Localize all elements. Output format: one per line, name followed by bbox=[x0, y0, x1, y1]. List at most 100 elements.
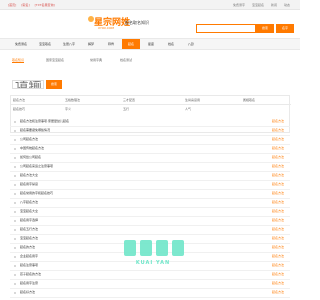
watermark-text: KUAI YAN bbox=[135, 260, 171, 266]
table-cell[interactable]: 生肖喜忌用 bbox=[185, 98, 200, 102]
nav-item-free-test[interactable]: 免费测名 bbox=[10, 39, 32, 49]
list-item-title[interactable]: 起名需要避免哪些情况 bbox=[20, 128, 50, 132]
list-item[interactable]: 起名方法和注意事项·家居婴幼儿起名 起名方法 bbox=[10, 118, 290, 127]
list-item-tag[interactable]: 起名方法 bbox=[272, 200, 284, 204]
list-item[interactable]: 公司起名来运之注意事项 起名方法 bbox=[10, 163, 290, 172]
top-link-home[interactable]: [首页] bbox=[8, 3, 16, 7]
list-item-title[interactable]: 八字起名方法 bbox=[20, 200, 38, 204]
table-cell[interactable]: 字义 bbox=[65, 107, 71, 111]
list-item-title[interactable]: 企业起名用字 bbox=[20, 254, 38, 258]
list-item-tag[interactable]: 起名方法 bbox=[272, 164, 284, 168]
bullet-icon bbox=[14, 274, 16, 276]
top-link-test[interactable]: 免费测字 bbox=[233, 3, 245, 7]
list-item-title[interactable]: 起名方法和注意事项·家居婴幼儿起名 bbox=[20, 119, 69, 123]
top-link-updates[interactable]: 动态 bbox=[284, 3, 290, 7]
list-item-tag[interactable]: 起名方法 bbox=[272, 182, 284, 186]
nav-item-baby-naming[interactable]: 宝宝取名 bbox=[34, 39, 56, 49]
subtab-dictionary[interactable]: 常用字典 bbox=[90, 58, 102, 62]
top-right-links: 免费测字 宝宝起名 新闻 动态 bbox=[227, 3, 290, 7]
list-item-tag[interactable]: 起名方法 bbox=[272, 209, 284, 213]
top-left-links: [首页] [取名] [TXT名典查询] bbox=[8, 3, 59, 7]
nav-item-bazi[interactable]: 生辰八字 bbox=[58, 39, 80, 49]
list-item-tag[interactable]: 起名方法 bbox=[272, 155, 284, 159]
name-filter-input[interactable] bbox=[12, 80, 44, 89]
nav-item-dream[interactable]: 解梦 bbox=[82, 39, 100, 49]
list-item-tag[interactable]: 起名方法 bbox=[272, 128, 284, 132]
bullet-icon bbox=[14, 130, 16, 132]
table-cell[interactable]: 五行 bbox=[123, 107, 129, 111]
list-item-title[interactable]: 起名注意事项 bbox=[20, 263, 38, 267]
list-item[interactable]: 起名需要避免哪些情况 起名方法 bbox=[10, 127, 290, 136]
nav-item-zodiac[interactable]: 星座 bbox=[142, 39, 160, 49]
table-cell[interactable]: 五格数理法 bbox=[65, 98, 80, 102]
list-item-tag[interactable]: 起名方法 bbox=[272, 137, 284, 141]
top-link-naming[interactable]: [取名] bbox=[21, 3, 29, 7]
list-item-tag[interactable]: 起名方法 bbox=[272, 236, 284, 240]
list-item-title[interactable]: 孩子起名的方法 bbox=[20, 272, 41, 276]
list-item-tag[interactable]: 起名方法 bbox=[272, 191, 284, 195]
list-item[interactable]: 公司起名方法 起名方法 bbox=[10, 136, 290, 145]
list-item-tag[interactable]: 起名方法 bbox=[272, 245, 284, 249]
list-item-title[interactable]: 起名方法大全 bbox=[20, 173, 38, 177]
list-item-title[interactable]: 如何给公司起名 bbox=[20, 155, 41, 159]
list-item[interactable]: 八字起名方法 起名方法 bbox=[10, 199, 290, 208]
bullet-icon bbox=[14, 166, 16, 168]
list-item-tag[interactable]: 起名方法 bbox=[272, 254, 284, 258]
list-item-title[interactable]: 起名的方法 bbox=[20, 245, 35, 249]
list-item-title[interactable]: 宝宝起名方法 bbox=[20, 236, 38, 240]
search-button[interactable]: 搜索 bbox=[256, 24, 274, 33]
bullet-icon bbox=[14, 193, 16, 195]
list-item[interactable]: 起名用字选择 起名方法 bbox=[10, 217, 290, 226]
table-cell[interactable]: 人气 bbox=[185, 107, 191, 111]
list-item-tag[interactable]: 起名方法 bbox=[272, 272, 284, 276]
list-item[interactable]: 起名用字注意 起名方法 bbox=[10, 280, 290, 289]
list-item[interactable]: 起名常用的字和起名技巧 起名方法 bbox=[10, 190, 290, 199]
list-item-tag[interactable]: 起名方法 bbox=[272, 119, 284, 123]
list-item-title[interactable]: 中国传统起名方法 bbox=[20, 146, 44, 150]
name-search-button[interactable]: 名字 bbox=[276, 24, 294, 33]
subtab-national-baby-naming[interactable]: 国家宝宝起名 bbox=[46, 58, 64, 62]
nav-item-bone[interactable]: 称骨 bbox=[102, 39, 120, 49]
list-item[interactable]: 中国传统起名方法 起名方法 bbox=[10, 145, 290, 154]
list-item-tag[interactable]: 起名方法 bbox=[272, 263, 284, 267]
watermark-glyph-3 bbox=[156, 240, 168, 256]
top-link-baby[interactable]: 宝宝起名 bbox=[252, 3, 264, 7]
list-item[interactable]: 宝宝起名大全 起名方法 bbox=[10, 208, 290, 217]
top-link-news[interactable]: 新闻 bbox=[271, 3, 277, 7]
list-item[interactable]: 起名用字禁忌 起名方法 bbox=[10, 181, 290, 190]
subtab-name-test[interactable]: 姓名测试 bbox=[120, 58, 132, 62]
list-item-title[interactable]: 起名用字禁忌 bbox=[20, 182, 38, 186]
list-item-tag[interactable]: 起名方法 bbox=[272, 146, 284, 150]
list-item[interactable]: 起名五行方法 起名方法 bbox=[10, 226, 290, 235]
list-item-title[interactable]: 宝宝起名大全 bbox=[20, 209, 38, 213]
bullet-icon bbox=[14, 148, 16, 150]
list-item-title[interactable]: 公司起名来运之注意事项 bbox=[20, 164, 53, 168]
list-item[interactable]: 起名方法大全 起名方法 bbox=[10, 172, 290, 181]
nav-item-bagua[interactable]: 八卦 bbox=[182, 39, 200, 49]
bullet-icon bbox=[14, 121, 16, 123]
list-item-tag[interactable]: 起名方法 bbox=[272, 218, 284, 222]
subtab-naming-knowledge[interactable]: 取名知识 bbox=[12, 58, 25, 63]
table-cell[interactable]: 起名技巧 bbox=[13, 107, 25, 111]
bullet-icon bbox=[14, 184, 16, 186]
list-item-tag[interactable]: 起名方法 bbox=[272, 281, 284, 285]
list-item-title[interactable]: 公司起名方法 bbox=[20, 137, 38, 141]
table-cell[interactable]: 属相取名 bbox=[243, 98, 255, 102]
list-item-tag[interactable]: 起名方法 bbox=[272, 173, 284, 177]
nav-item-naming[interactable]: 起名 bbox=[122, 39, 140, 49]
top-link-txt[interactable]: [TXT名典查询] bbox=[35, 3, 55, 7]
search-input[interactable] bbox=[196, 24, 256, 33]
logo-subtext: XYOX.COM bbox=[98, 26, 114, 30]
list-item[interactable]: 孩子起名的方法 起名方法 bbox=[10, 271, 290, 280]
list-item-title[interactable]: 起名用字注意 bbox=[20, 281, 38, 285]
list-item[interactable]: 如何给公司起名 起名方法 bbox=[10, 154, 290, 163]
table-cell[interactable]: 三才配置 bbox=[123, 98, 135, 102]
list-item-tag[interactable]: 起名方法 bbox=[272, 227, 284, 231]
list-item-title[interactable]: 起名用字选择 bbox=[20, 218, 38, 222]
list-item-title[interactable]: 起名五行方法 bbox=[20, 227, 38, 231]
table-cell[interactable]: 起名方法 bbox=[13, 98, 25, 102]
site-logo[interactable]: 星宗网姓 XYOX.COM bbox=[88, 15, 130, 32]
list-item-title[interactable]: 起名常用的字和起名技巧 bbox=[20, 191, 53, 195]
nav-item-name[interactable]: 姓名 bbox=[162, 39, 180, 49]
name-filter-button[interactable]: 搜索 bbox=[46, 80, 62, 89]
